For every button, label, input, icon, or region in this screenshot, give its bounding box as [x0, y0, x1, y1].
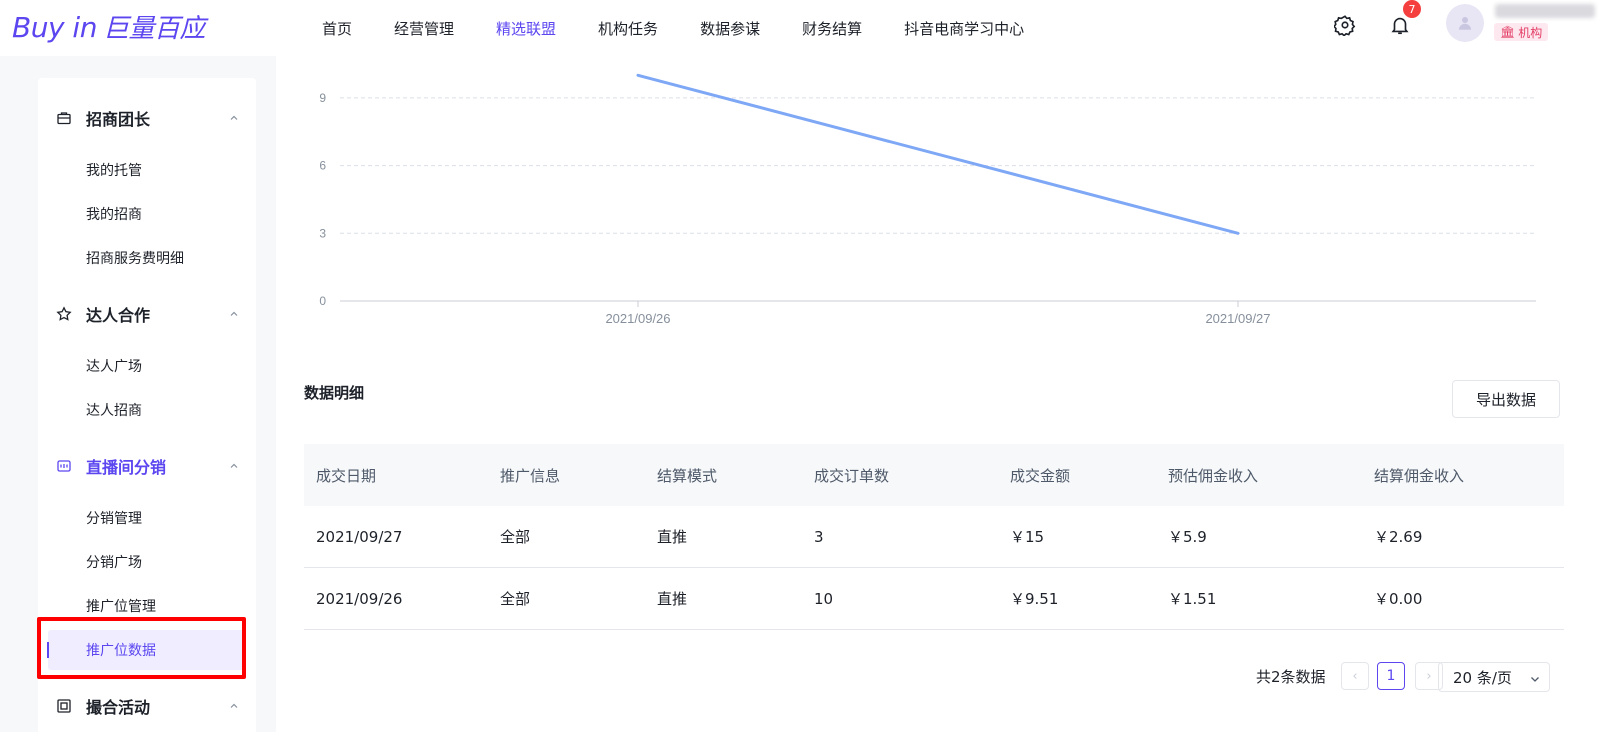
chevron-up-icon [230, 115, 238, 120]
sidebar-group-label: 达人合作 [86, 306, 151, 325]
nav-alliance[interactable]: 精选联盟 [496, 18, 556, 39]
pagination: 共2条数据 ‹ 1 › 20 条/页 [276, 660, 1586, 692]
table-cell: 直推 [657, 528, 688, 546]
sidebar-item-talent-square[interactable]: 达人广场 [38, 346, 256, 386]
org-badge: 🏛 机构 [1494, 23, 1549, 41]
top-nav: 首页 经营管理 精选联盟 机构任务 数据参谋 财务结算 抖音电商学习中心 [322, 0, 1066, 56]
sidebar-item-distribution-manage[interactable]: 分销管理 [38, 498, 256, 538]
table-cell: 2021/09/27 [316, 527, 403, 546]
sidebar: 招商团长 我的托管 我的招商 招商服务费明细 达人合作 达人广场 达人招商 直播… [38, 78, 256, 732]
sidebar-group-label: 直播间分销 [86, 458, 167, 477]
trend-line-chart: 0 3 6 9 2021/09/26 2021/09/27 [319, 73, 1536, 326]
table-cell: ￥15 [1010, 528, 1045, 546]
sidebar-group-merchant[interactable]: 招商团长 [38, 98, 256, 138]
sidebar-group-label: 招商团长 [86, 110, 151, 129]
series-line [636, 73, 1240, 235]
detail-table: 成交日期 推广信息 结算模式 成交订单数 成交金额 预估佣金收入 结算佣金收入 … [304, 444, 1564, 630]
org-label: 机构 [1518, 25, 1543, 40]
y-tick-label: 9 [319, 91, 326, 105]
column-header: 结算模式 [657, 466, 718, 485]
nav-org-tasks[interactable]: 机构任务 [598, 18, 658, 39]
main-content: 0 3 6 9 2021/09/26 2021/09/27 数据明细 导出数据 成交日期 … [276, 56, 1600, 732]
brand-logo[interactable]: Buy in 巨量百应 [12, 8, 205, 45]
user-name-blurred [1495, 4, 1595, 18]
logo-text: Buy in [12, 11, 97, 44]
table-row: 2021/09/26 全部 直推 10 ￥9.51 ￥1.51 ￥0.00 [304, 568, 1564, 630]
nav-business[interactable]: 经营管理 [394, 18, 454, 39]
live-room-icon [57, 460, 71, 472]
sidebar-item-talent-recruit[interactable]: 达人招商 [38, 390, 256, 430]
table-cell: 10 [814, 589, 834, 608]
chevron-up-icon [230, 703, 238, 708]
table-cell: ￥0.00 [1374, 590, 1423, 608]
total-count: 共2条数据 [1256, 668, 1326, 686]
settings-icon[interactable] [1330, 10, 1360, 40]
activity-icon [57, 699, 71, 713]
sidebar-item-my-hosting[interactable]: 我的托管 [38, 150, 256, 190]
bank-icon: 🏛 [1500, 25, 1516, 39]
table-cell: ￥9.51 [1010, 590, 1059, 608]
chevron-down-icon [1531, 677, 1539, 682]
table-cell: 全部 [500, 590, 531, 608]
y-tick-label: 6 [319, 159, 326, 173]
sidebar-item-distribution-square[interactable]: 分销广场 [38, 542, 256, 582]
sidebar-group-talent[interactable]: 达人合作 [38, 294, 256, 334]
column-header: 结算佣金收入 [1374, 466, 1465, 485]
page-size-select[interactable]: 20 条/页 [1438, 662, 1550, 692]
sidebar-group-matchmaking[interactable]: 撮合活动 [38, 686, 256, 726]
table-row: 2021/09/27 全部 直推 3 ￥15 ￥5.9 ￥2.69 [304, 506, 1564, 568]
nav-data[interactable]: 数据参谋 [700, 18, 760, 39]
table-cell: 3 [814, 527, 824, 546]
table-cell: 2021/09/26 [316, 589, 403, 608]
top-header: Buy in 巨量百应 首页 经营管理 精选联盟 机构任务 数据参谋 财务结算 抖… [0, 0, 1600, 56]
table-cell: ￥5.9 [1168, 528, 1207, 546]
chevron-up-icon [230, 463, 238, 468]
sidebar-item-slot-manage[interactable]: 推广位管理 [38, 586, 256, 626]
y-tick-label: 0 [319, 294, 326, 308]
section-title: 数据明细 [304, 384, 365, 402]
page-number[interactable]: 1 [1377, 662, 1405, 690]
avatar[interactable] [1446, 4, 1484, 42]
x-tick-label: 2021/09/27 [1205, 311, 1270, 326]
sidebar-group-label: 撮合活动 [86, 698, 151, 717]
sidebar-item-service-fee[interactable]: 招商服务费明细 [38, 238, 256, 278]
sidebar-item-my-recruit[interactable]: 我的招商 [38, 194, 256, 234]
table-cell: ￥2.69 [1374, 528, 1423, 546]
nav-finance[interactable]: 财务结算 [802, 18, 862, 39]
sidebar-item-slot-data[interactable]: 推广位数据 [47, 630, 246, 670]
logo-sub: 巨量百应 [102, 14, 206, 44]
column-header: 预估佣金收入 [1168, 466, 1259, 485]
export-button[interactable]: 导出数据 [1452, 380, 1560, 418]
table-cell: 直推 [657, 590, 688, 608]
nav-home[interactable]: 首页 [322, 18, 352, 39]
column-header: 成交日期 [316, 466, 377, 485]
notification-badge: 7 [1403, 0, 1421, 18]
column-header: 成交金额 [1010, 466, 1071, 485]
y-tick-label: 3 [319, 226, 326, 240]
prev-page-button[interactable]: ‹ [1341, 662, 1369, 690]
star-icon [56, 306, 72, 321]
table-header-row: 成交日期 推广信息 结算模式 成交订单数 成交金额 预估佣金收入 结算佣金收入 [304, 444, 1564, 506]
x-tick-label: 2021/09/26 [605, 311, 670, 326]
table-cell: ￥1.51 [1168, 590, 1217, 608]
chevron-up-icon [230, 311, 238, 316]
table-cell: 全部 [500, 528, 531, 546]
sidebar-group-live-distribution[interactable]: 直播间分销 [38, 446, 256, 486]
briefcase-icon [57, 112, 71, 125]
page-size-value: 20 条/页 [1453, 668, 1512, 687]
column-header: 推广信息 [500, 466, 561, 485]
column-header: 成交订单数 [814, 466, 890, 485]
nav-learning[interactable]: 抖音电商学习中心 [904, 18, 1024, 39]
